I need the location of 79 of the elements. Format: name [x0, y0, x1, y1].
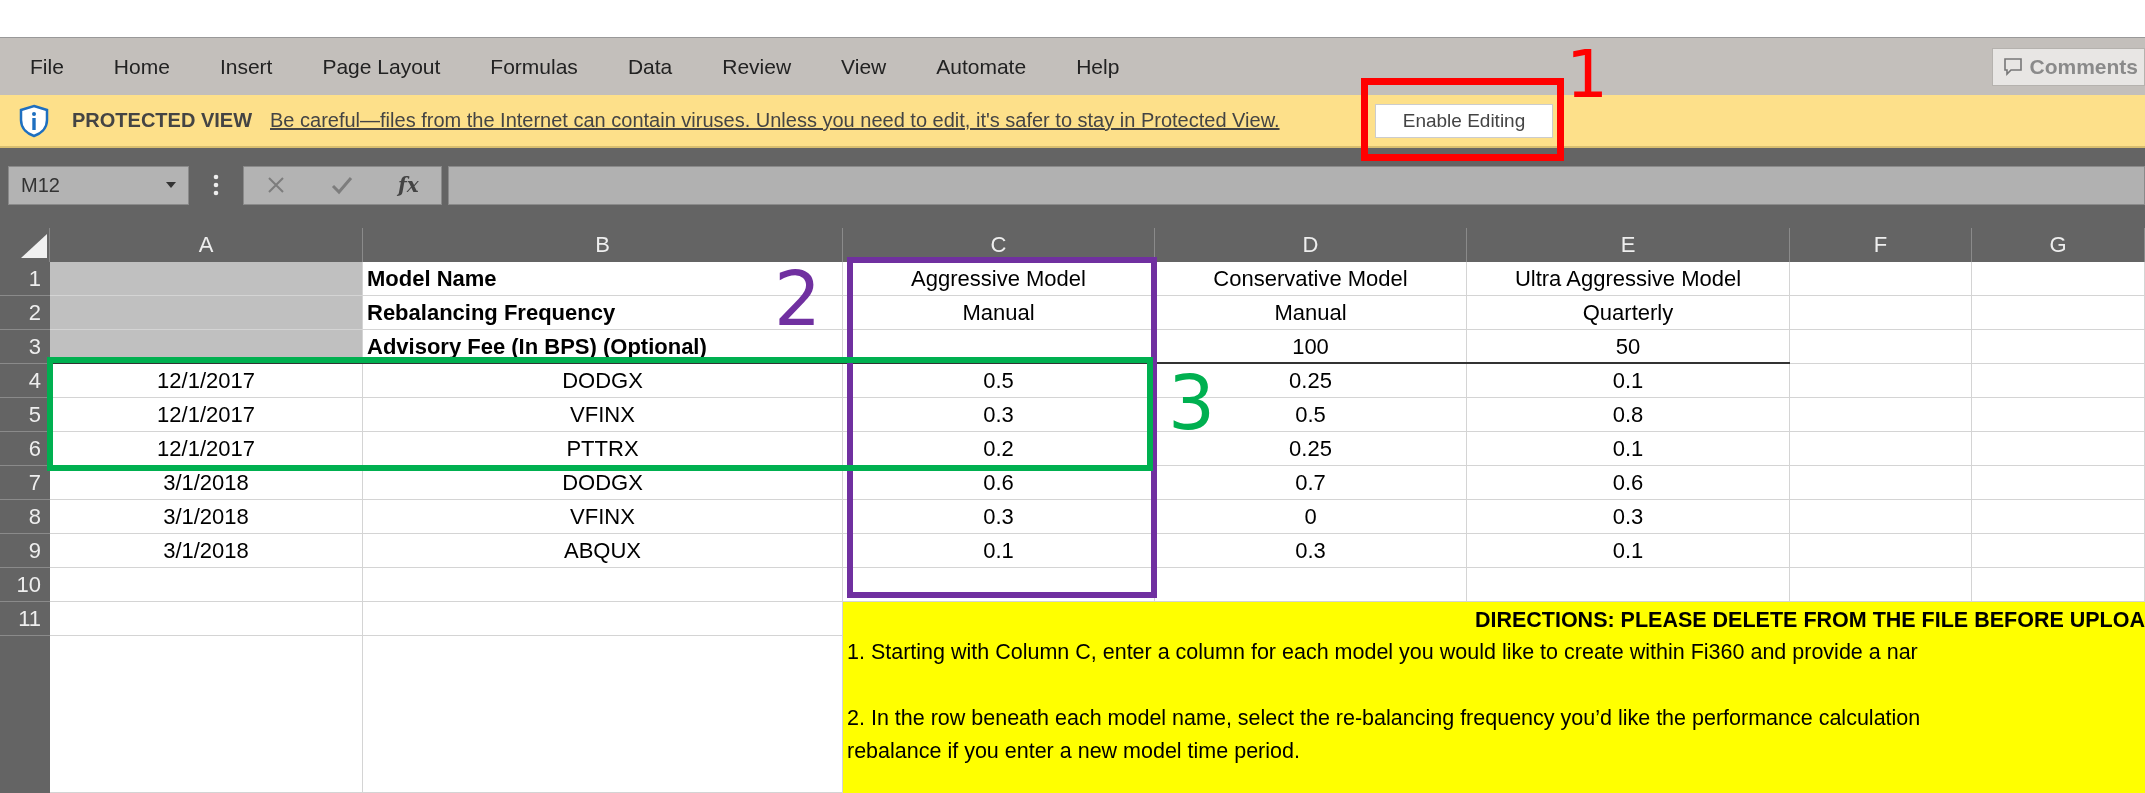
table-cell: 0.8	[1467, 398, 1790, 432]
table-cell: Quarterly	[1467, 296, 1790, 330]
caret-icon	[166, 182, 176, 188]
table-cell: 3/1/2018	[50, 466, 363, 500]
menu-tab[interactable]: File	[30, 48, 64, 85]
table-cell: 0.6	[1467, 466, 1790, 500]
row-header[interactable]: 2	[0, 296, 50, 330]
menu-tab[interactable]: Page Layout	[322, 48, 441, 85]
row-header[interactable]: 7	[0, 466, 50, 500]
name-box[interactable]: M12	[8, 165, 189, 205]
table-cell: 0.1	[1467, 432, 1790, 466]
shield-icon	[18, 103, 50, 138]
annotation-number: 1	[1566, 42, 1608, 108]
table-cell: 12/1/2017	[50, 432, 363, 466]
table-cell: Ultra Aggressive Model	[1467, 262, 1790, 296]
column-header[interactable]: F	[1790, 228, 1972, 262]
table-cell: 0	[1155, 500, 1467, 534]
row-header[interactable]: 8	[0, 500, 50, 534]
row-header[interactable]: 10	[0, 568, 50, 602]
comment-icon	[2003, 56, 2024, 77]
column-header[interactable]: B	[363, 228, 843, 262]
menu-tab[interactable]: Data	[627, 48, 673, 85]
formula-input[interactable]	[448, 165, 2145, 205]
close-icon	[266, 175, 287, 195]
menu-tab[interactable]: Automate	[936, 48, 1027, 85]
table-cell: 0.1	[843, 534, 1155, 568]
directions-heading: DIRECTIONS: PLEASE DELETE FROM THE FILE BEFORE UPLOA	[1474, 607, 2145, 634]
directions-paragraph: 2. In the row beneath each model name, select the re-balancing frequency you’d like the performance calculation rebalance if you enter a new model time period.	[847, 705, 1921, 765]
row-header[interactable]: 1	[0, 262, 50, 296]
check-icon	[331, 175, 354, 195]
table-cell: 12/1/2017	[50, 364, 363, 398]
row-header[interactable]: 4	[0, 364, 50, 398]
table-cell: 0.6	[843, 466, 1155, 500]
row-header[interactable]: 6	[0, 432, 50, 466]
table-cell: 0.1	[1467, 534, 1790, 568]
table-cell: Manual	[1155, 296, 1467, 330]
row-header[interactable]: 9	[0, 534, 50, 568]
table-cell: Aggressive Model	[843, 262, 1155, 296]
protected-view-label: PROTECTED VIEW	[72, 109, 252, 132]
table-cell: 12/1/2017	[50, 398, 363, 432]
table-cell: 0.25	[1155, 432, 1467, 466]
table-cell: 0.3	[843, 500, 1155, 534]
table-cell: PTTRX	[363, 432, 843, 466]
table-cell: 0.5	[843, 364, 1155, 398]
table-cell: Conservative Model	[1155, 262, 1467, 296]
table-cell: VFINX	[363, 398, 843, 432]
row-header[interactable]: 5	[0, 398, 50, 432]
table-cell: VFINX	[363, 500, 843, 534]
row-header[interactable]: 3	[0, 330, 50, 364]
more-icon	[213, 174, 219, 196]
comments-button[interactable]: Comments	[1992, 47, 2145, 86]
table-cell: Manual	[843, 296, 1155, 330]
table-cell: 0.3	[1155, 534, 1467, 568]
warning-link[interactable]: Be careful—files from the Internet can contain viruses. Unless you need to edit, it's safer to stay in Protected View.	[270, 109, 1280, 132]
table-cell: 0.2	[843, 432, 1155, 466]
menu-tab[interactable]: Help	[1076, 48, 1120, 85]
table-cell: 0.7	[1155, 466, 1467, 500]
menu-tab[interactable]: Review	[722, 48, 792, 85]
table-cell: 0.3	[1467, 500, 1790, 534]
table-cell: 3/1/2018	[50, 534, 363, 568]
column-header[interactable]: A	[50, 228, 363, 262]
menu-tab[interactable]: Home	[113, 48, 170, 85]
menu-tab[interactable]: Formulas	[490, 48, 578, 85]
menu-tab[interactable]: Insert	[219, 48, 273, 85]
table-cell: DODGX	[363, 466, 843, 500]
row-header[interactable]: 11	[0, 602, 50, 636]
table-cell: 0.3	[843, 398, 1155, 432]
insert-function-button[interactable]: fx	[398, 173, 419, 197]
column-header[interactable]: E	[1467, 228, 1790, 262]
menu-tab[interactable]: View	[841, 48, 887, 85]
table-cell: 3/1/2018	[50, 500, 363, 534]
table-cell: DODGX	[363, 364, 843, 398]
table-cell: ABQUX	[363, 534, 843, 568]
column-header[interactable]: G	[1972, 228, 2145, 262]
table-cell: 0.1	[1467, 364, 1790, 398]
column-header[interactable]: D	[1155, 228, 1467, 262]
select-all-icon	[21, 234, 47, 258]
enable-editing-button[interactable]: Enable Editing	[1375, 103, 1553, 138]
directions-paragraph: 1. Starting with Column C, enter a column for each model you would like to create within Fi360 and provide a nar	[847, 639, 1918, 666]
